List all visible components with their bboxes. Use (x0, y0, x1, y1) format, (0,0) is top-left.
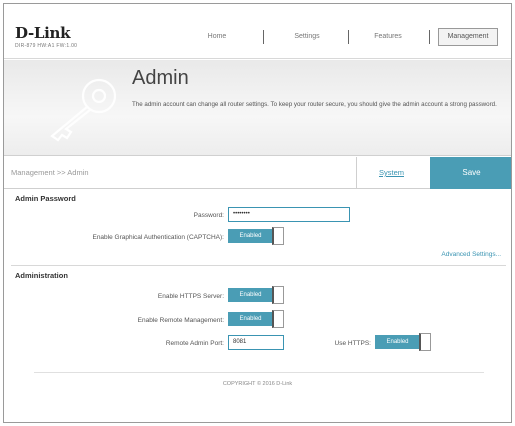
top-nav-bar: D-Link DIR-879 HW:A1 FW:1.00 Home Settin… (4, 4, 511, 59)
toggle-knob (272, 310, 284, 328)
captcha-label: Enable Graphical Authentication (CAPTCHA… (92, 234, 224, 241)
https-server-label: Enable HTTPS Server: (157, 293, 224, 300)
advanced-settings-link[interactable]: Advanced Settings... (441, 251, 501, 258)
toggle-knob (272, 227, 284, 245)
use-https-toggle[interactable]: Enabled (375, 333, 432, 351)
page-title: Admin (132, 67, 189, 89)
main-nav: Home Settings Features Management (4, 28, 511, 46)
captcha-toggle[interactable]: Enabled (228, 227, 285, 245)
page-description: The admin account can change all router … (132, 101, 497, 108)
toggle-state: Enabled (228, 312, 273, 326)
nav-home[interactable]: Home (192, 28, 242, 46)
nav-divider (348, 30, 349, 44)
toggle-state: Enabled (228, 288, 273, 302)
remote-management-label: Enable Remote Management: (137, 317, 224, 324)
router-admin-window: D-Link DIR-879 HW:A1 FW:1.00 Home Settin… (3, 3, 512, 423)
section-divider (11, 265, 506, 266)
remote-admin-port-field[interactable]: 8081 (228, 335, 284, 350)
toggle-knob (272, 286, 284, 304)
copyright-text: COPYRIGHT © 2016 D-Link (222, 381, 293, 387)
breadcrumb: Management >> Admin (11, 168, 89, 177)
nav-divider (429, 30, 430, 44)
use-https-label: Use HTTPS: (334, 340, 371, 347)
toggle-knob (419, 333, 431, 351)
section-title-admin-password: Admin Password (15, 194, 76, 203)
remote-admin-port-label: Remote Admin Port: (165, 340, 224, 347)
section-title-administration: Administration (15, 271, 68, 280)
nav-divider (263, 30, 264, 44)
remote-management-toggle[interactable]: Enabled (228, 310, 285, 328)
nav-management[interactable]: Management (438, 28, 498, 46)
page-banner: Admin The admin account can change all r… (4, 60, 511, 156)
toggle-state: Enabled (228, 229, 273, 243)
footer-divider (34, 372, 484, 373)
save-button[interactable]: Save (430, 157, 511, 189)
nav-features[interactable]: Features (363, 28, 413, 46)
toggle-state: Enabled (375, 335, 420, 349)
system-link[interactable]: System (356, 157, 426, 189)
key-icon (50, 78, 117, 142)
action-bar: Management >> Admin System Save (4, 157, 511, 189)
nav-settings[interactable]: Settings (282, 28, 332, 46)
https-server-toggle[interactable]: Enabled (228, 286, 285, 304)
password-field[interactable]: •••••••• (228, 207, 350, 222)
password-label: Password: (193, 212, 224, 219)
